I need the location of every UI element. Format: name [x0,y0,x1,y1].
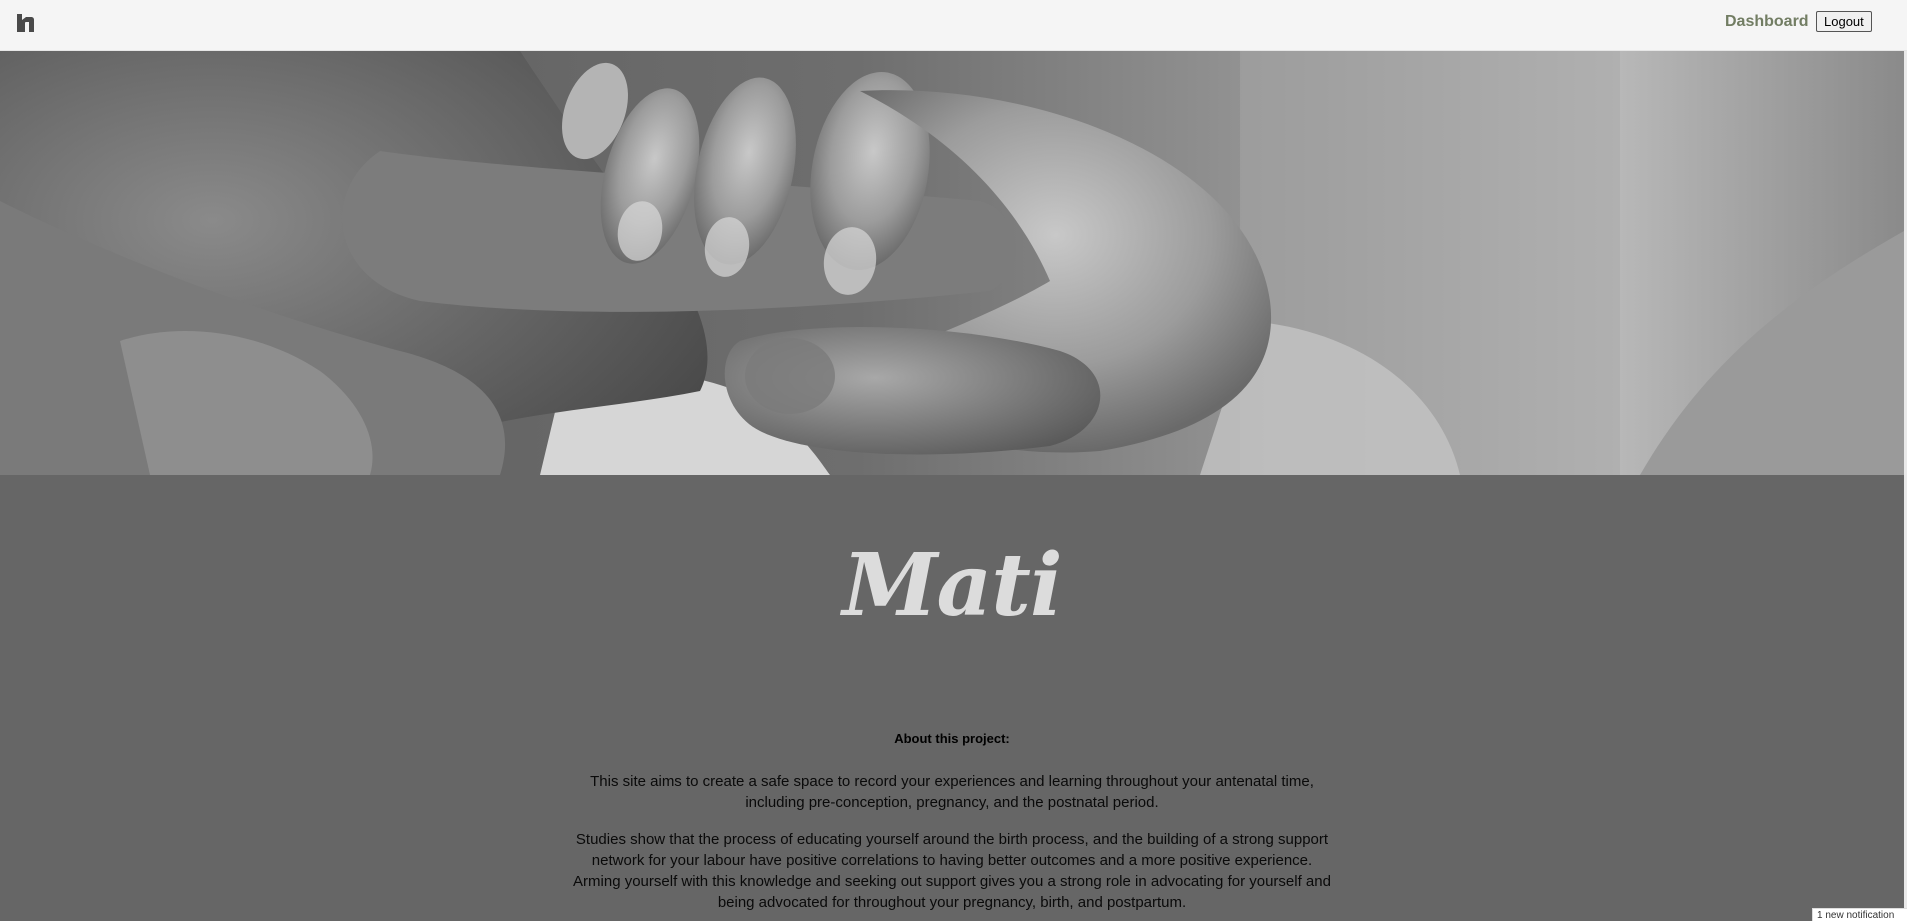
top-navbar: Dashboard Logout [0,0,1907,51]
about-heading: About this project: [894,731,1010,746]
baby-hand-photo [0,51,1904,475]
hero-image [0,51,1904,475]
brand-logo-text: Mati [842,535,1062,636]
home-logo-icon[interactable] [15,12,37,34]
logout-button[interactable]: Logout [1816,11,1872,32]
notification-toast[interactable]: 1 new notification [1812,908,1907,921]
house-h-icon [17,14,34,32]
about-paragraph: This site aims to create a safe space to… [590,773,1314,811]
nav-dashboard-link[interactable]: Dashboard [1725,13,1809,31]
about-paragraph: Studies show that the process of educati… [573,831,1331,911]
about-section: Mati About this project: This site aims … [0,475,1904,921]
